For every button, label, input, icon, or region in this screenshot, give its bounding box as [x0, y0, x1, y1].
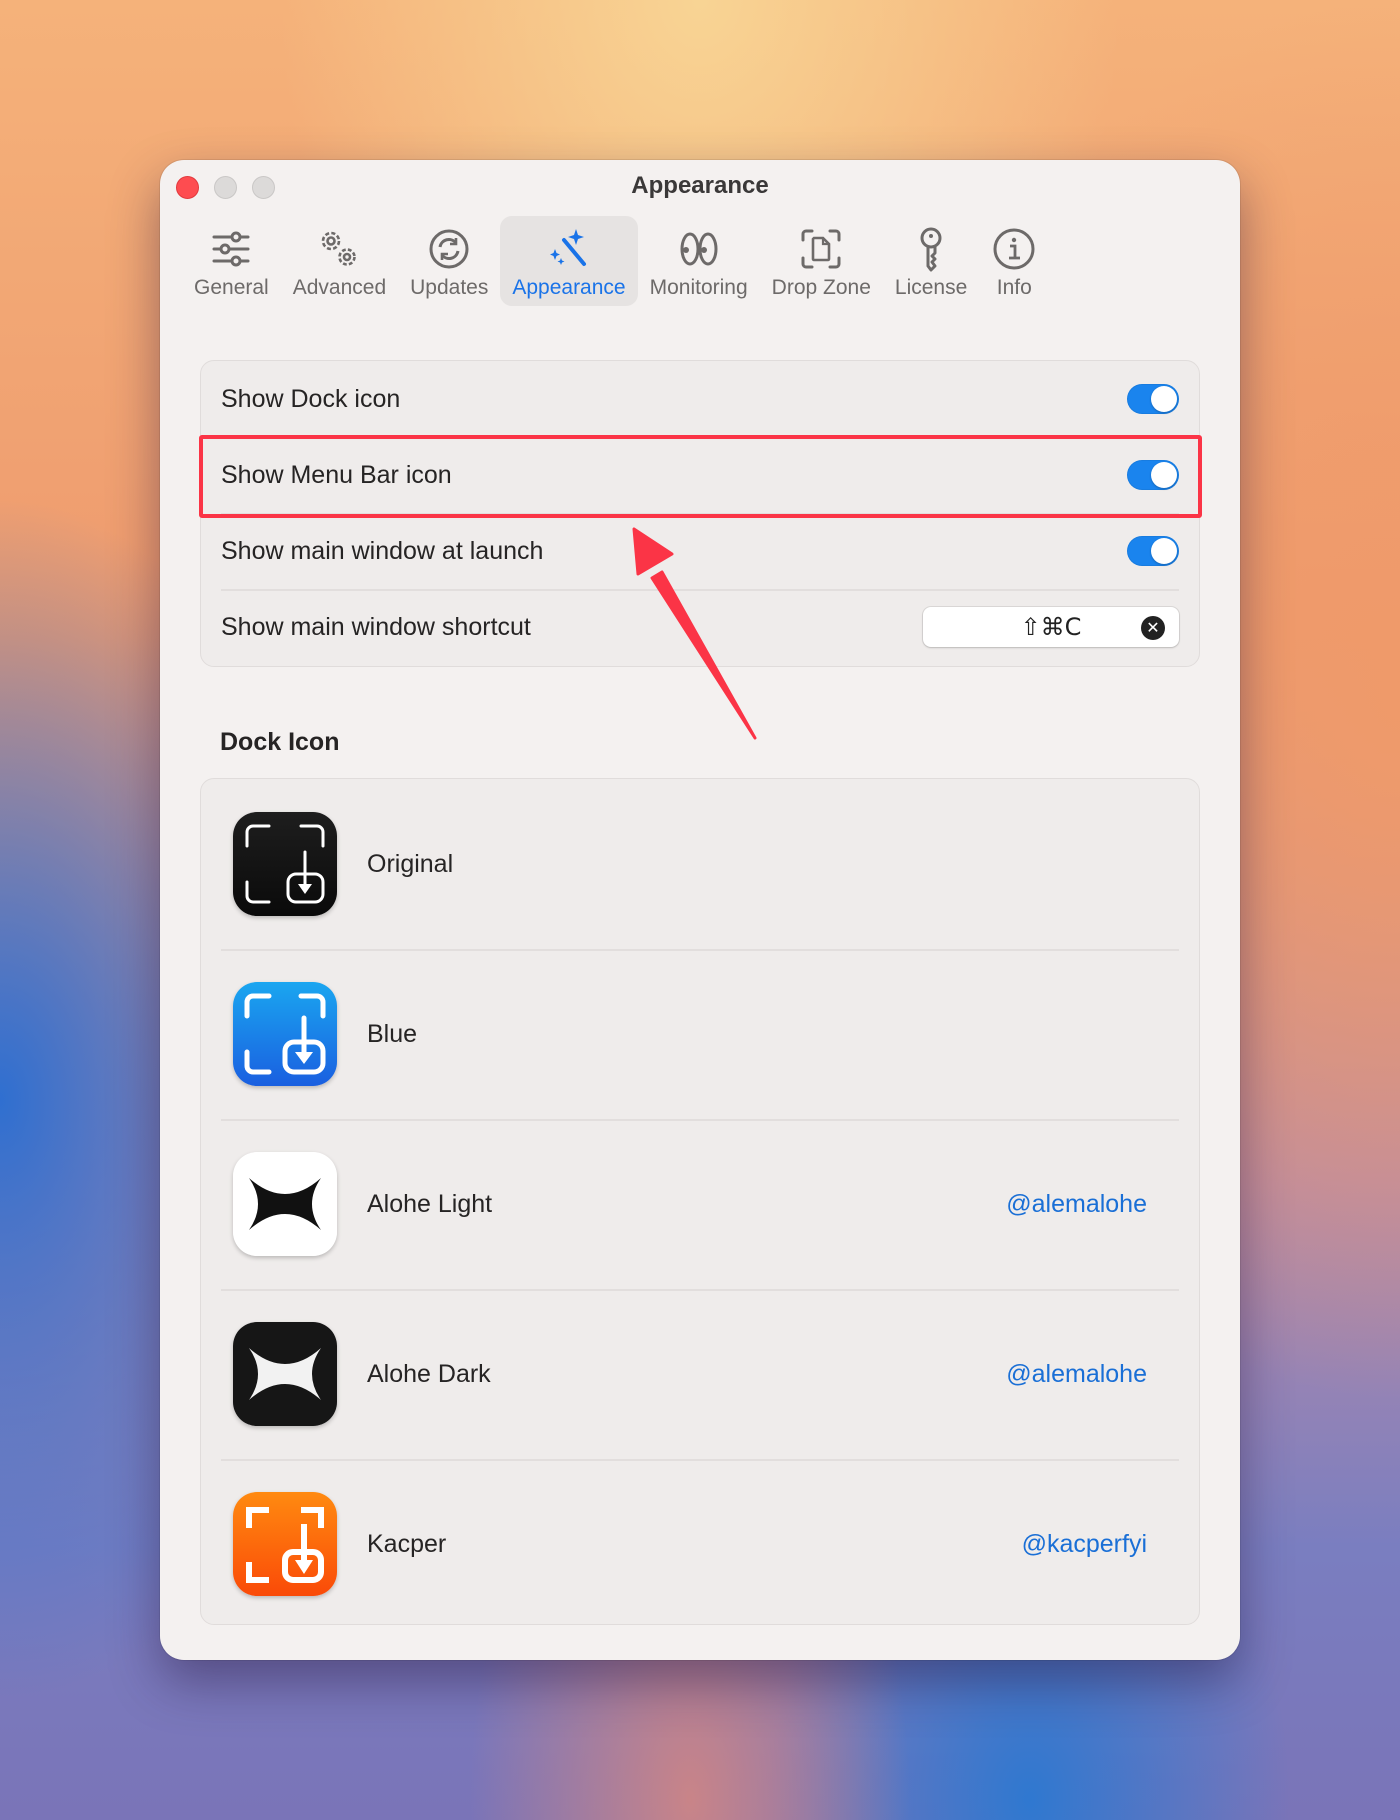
dock-icon-name: Original — [367, 849, 454, 878]
setting-label: Show main window at launch — [221, 536, 544, 565]
refresh-icon — [426, 226, 472, 272]
dock-icon-name: Kacper — [367, 1529, 447, 1558]
author-credit-link[interactable]: @kacperfyi — [1022, 1530, 1147, 1559]
key-icon — [908, 226, 954, 272]
tab-license[interactable]: License — [883, 216, 979, 306]
dock-icon-option-blue[interactable]: Blue — [201, 949, 1199, 1119]
setting-label: Show main window shortcut — [221, 612, 531, 641]
settings-window: Appearance General Advanced Updates Appe… — [160, 160, 1240, 1660]
blue-app-icon — [233, 982, 337, 1086]
tab-general[interactable]: General — [182, 216, 281, 306]
show-main-window-at-launch-toggle[interactable] — [1127, 536, 1179, 566]
setting-row-show-menu-bar-icon: Show Menu Bar icon — [201, 437, 1199, 513]
tab-monitoring[interactable]: Monitoring — [638, 216, 760, 306]
sliders-icon — [208, 226, 254, 272]
setting-label: Show Menu Bar icon — [221, 460, 452, 489]
toggle-knob — [1151, 538, 1177, 564]
tab-label: Appearance — [512, 276, 626, 299]
magic-wand-icon — [546, 226, 592, 272]
info-icon — [991, 226, 1037, 272]
gears-icon — [316, 226, 362, 272]
dock-icon-option-alohe-light[interactable]: Alohe Light @alemalohe — [201, 1119, 1199, 1289]
window-title: Appearance — [631, 172, 769, 199]
setting-row-show-main-window-shortcut: Show main window shortcut ⇧⌘C ✕ — [201, 589, 1199, 665]
alohe-light-app-icon — [233, 1152, 337, 1256]
toggle-knob — [1151, 462, 1177, 488]
tab-label: Info — [996, 276, 1032, 299]
eyes-icon — [676, 226, 722, 272]
setting-row-show-dock-icon: Show Dock icon — [201, 361, 1199, 437]
show-menu-bar-icon-toggle[interactable] — [1127, 460, 1179, 490]
alohe-dark-app-icon — [233, 1322, 337, 1426]
dock-icon-heading: Dock Icon — [220, 728, 340, 756]
tab-label: Monitoring — [649, 276, 748, 299]
tab-updates[interactable]: Updates — [398, 216, 500, 306]
author-credit-link[interactable]: @alemalohe — [1006, 1360, 1147, 1389]
tab-label: Updates — [410, 276, 489, 299]
general-settings-group: Show Dock icon Show Menu Bar icon Show m… — [200, 360, 1200, 667]
original-app-icon — [233, 812, 337, 916]
tab-label: General — [194, 276, 269, 299]
dock-icon-option-original[interactable]: Original — [201, 779, 1199, 949]
setting-label: Show Dock icon — [221, 384, 401, 413]
toggle-knob — [1151, 386, 1177, 412]
dock-icon-group: Original Blue Alohe Light @alemalohe Alo… — [200, 778, 1200, 1625]
author-credit-link[interactable]: @alemalohe — [1006, 1190, 1147, 1219]
tab-drop-zone[interactable]: Drop Zone — [760, 216, 883, 306]
shortcut-keys: ⇧⌘C — [1020, 613, 1082, 641]
dock-icon-name: Blue — [367, 1019, 418, 1048]
dock-icon-name: Alohe Light — [367, 1189, 493, 1218]
kacper-app-icon — [233, 1492, 337, 1596]
tab-label: Drop Zone — [771, 276, 871, 299]
preferences-toolbar: General Advanced Updates Appearance Moni… — [182, 216, 1049, 306]
dock-icon-option-kacper[interactable]: Kacper @kacperfyi — [201, 1459, 1199, 1629]
clear-shortcut-icon[interactable]: ✕ — [1141, 616, 1165, 640]
dock-icon-name: Alohe Dark — [367, 1359, 491, 1388]
tab-appearance[interactable]: Appearance — [500, 216, 638, 306]
tab-advanced[interactable]: Advanced — [281, 216, 398, 306]
show-dock-icon-toggle[interactable] — [1127, 384, 1179, 414]
tab-label: License — [894, 276, 968, 299]
tab-info[interactable]: Info — [979, 216, 1049, 306]
tab-label: Advanced — [292, 276, 387, 299]
doc-viewfinder-icon — [798, 226, 844, 272]
setting-row-show-main-window-at-launch: Show main window at launch — [201, 513, 1199, 589]
shortcut-recorder[interactable]: ⇧⌘C ✕ — [923, 607, 1179, 647]
dock-icon-option-alohe-dark[interactable]: Alohe Dark @alemalohe — [201, 1289, 1199, 1459]
